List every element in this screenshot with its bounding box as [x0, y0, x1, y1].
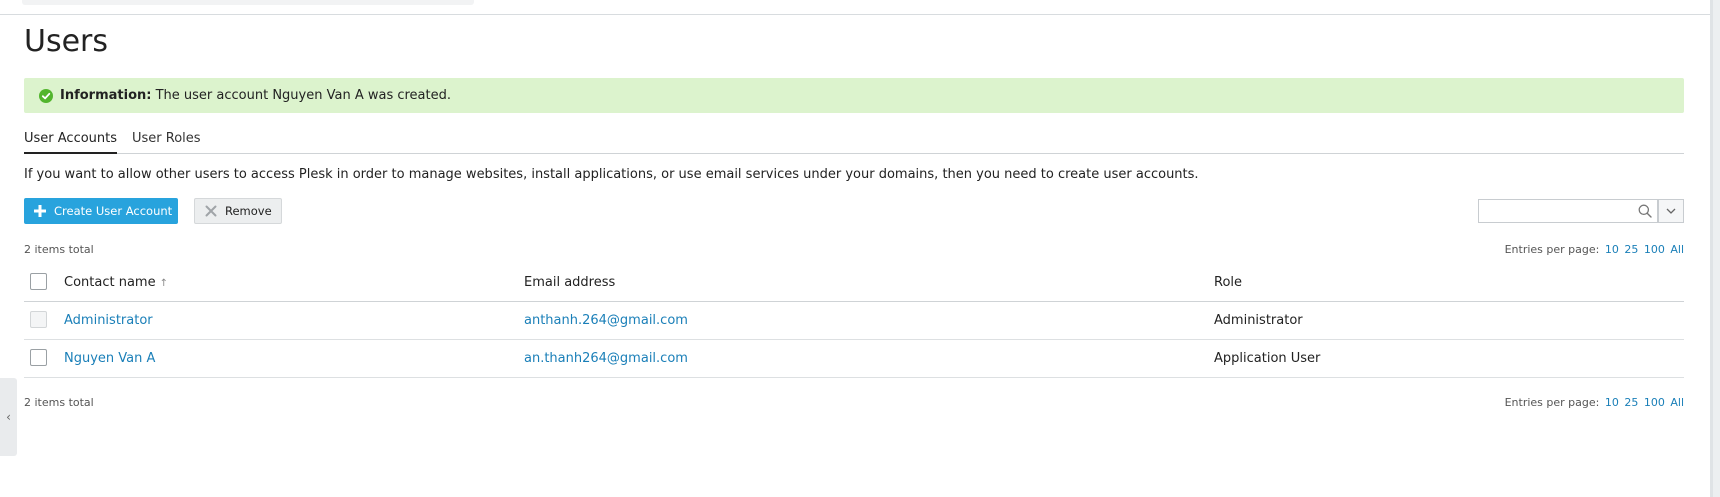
column-header-role[interactable]: Role	[1214, 264, 1242, 301]
chevron-left-icon: ‹	[6, 410, 11, 424]
column-header-email[interactable]: Email address	[524, 264, 615, 301]
tab-user-accounts[interactable]: User Accounts	[24, 130, 118, 154]
page-size-100[interactable]: 100	[1644, 243, 1665, 256]
table-header-row: Contact name ↑ Email address Role	[24, 264, 1684, 302]
items-total-bottom: 2 items total	[24, 396, 94, 409]
column-header-contact-name-label: Contact name	[64, 275, 156, 290]
info-message-body: The user account Nguyen Van A was create…	[151, 88, 452, 103]
sort-ascending-icon: ↑	[159, 278, 168, 289]
right-scroll-strip	[1710, 0, 1720, 497]
search-field	[1478, 199, 1658, 223]
row-checkbox	[30, 311, 47, 328]
page-size-25[interactable]: 25	[1624, 396, 1638, 409]
remove-label: Remove	[225, 204, 272, 218]
plus-icon	[34, 205, 46, 217]
entries-per-page-label: Entries per page:	[1504, 243, 1600, 256]
page-size-10[interactable]: 10	[1605, 396, 1619, 409]
search-options-dropdown[interactable]	[1658, 199, 1684, 223]
chevron-down-icon	[1666, 208, 1676, 214]
entries-per-page-top: Entries per page: 10 25 100 All	[1505, 243, 1684, 256]
page-size-25[interactable]: 25	[1624, 243, 1638, 256]
row-checkbox[interactable]	[30, 349, 47, 366]
sidebar-collapse-handle[interactable]: ‹	[0, 378, 17, 456]
info-message-label: Information:	[60, 88, 152, 103]
table-row: Administrator anthanh.264@gmail.com Admi…	[24, 302, 1684, 340]
create-user-account-button[interactable]: Create User Account	[24, 198, 178, 224]
check-circle-icon	[39, 89, 53, 103]
page-size-all[interactable]: All	[1670, 243, 1684, 256]
users-table: Contact name ↑ Email address Role Adminis…	[24, 264, 1684, 378]
intro-description: If you want to allow other users to acce…	[24, 167, 1199, 182]
column-header-contact-name[interactable]: Contact name ↑	[64, 264, 168, 302]
create-user-account-label: Create User Account	[54, 204, 173, 218]
top-bar	[0, 0, 1710, 15]
table-row: Nguyen Van A an.thanh264@gmail.com Appli…	[24, 340, 1684, 378]
remove-icon	[205, 205, 217, 217]
entries-per-page-label: Entries per page:	[1504, 396, 1600, 409]
page-size-all[interactable]: All	[1670, 396, 1684, 409]
page-title: Users	[24, 24, 109, 59]
items-total-top: 2 items total	[24, 243, 94, 256]
search-icon[interactable]	[1638, 204, 1652, 218]
search-input[interactable]	[1481, 202, 1635, 222]
info-message-text: Information: The user account Nguyen Van…	[60, 78, 451, 113]
role-text: Administrator	[1214, 313, 1303, 328]
entries-per-page-bottom: Entries per page: 10 25 100 All	[1505, 396, 1684, 409]
page-size-10[interactable]: 10	[1605, 243, 1619, 256]
contact-name-link[interactable]: Nguyen Van A	[64, 340, 155, 377]
remove-button[interactable]: Remove	[194, 198, 282, 224]
contact-name-link[interactable]: Administrator	[64, 302, 153, 339]
email-link[interactable]: an.thanh264@gmail.com	[524, 340, 688, 377]
top-search-stub[interactable]	[22, 0, 474, 5]
info-message: Information: The user account Nguyen Van…	[24, 78, 1684, 113]
select-all-checkbox[interactable]	[30, 273, 47, 290]
email-link[interactable]: anthanh.264@gmail.com	[524, 302, 688, 339]
tabs: User Accounts User Roles	[24, 130, 1684, 154]
tab-user-roles[interactable]: User Roles	[132, 130, 201, 152]
page-size-100[interactable]: 100	[1644, 396, 1665, 409]
role-text: Application User	[1214, 351, 1321, 366]
